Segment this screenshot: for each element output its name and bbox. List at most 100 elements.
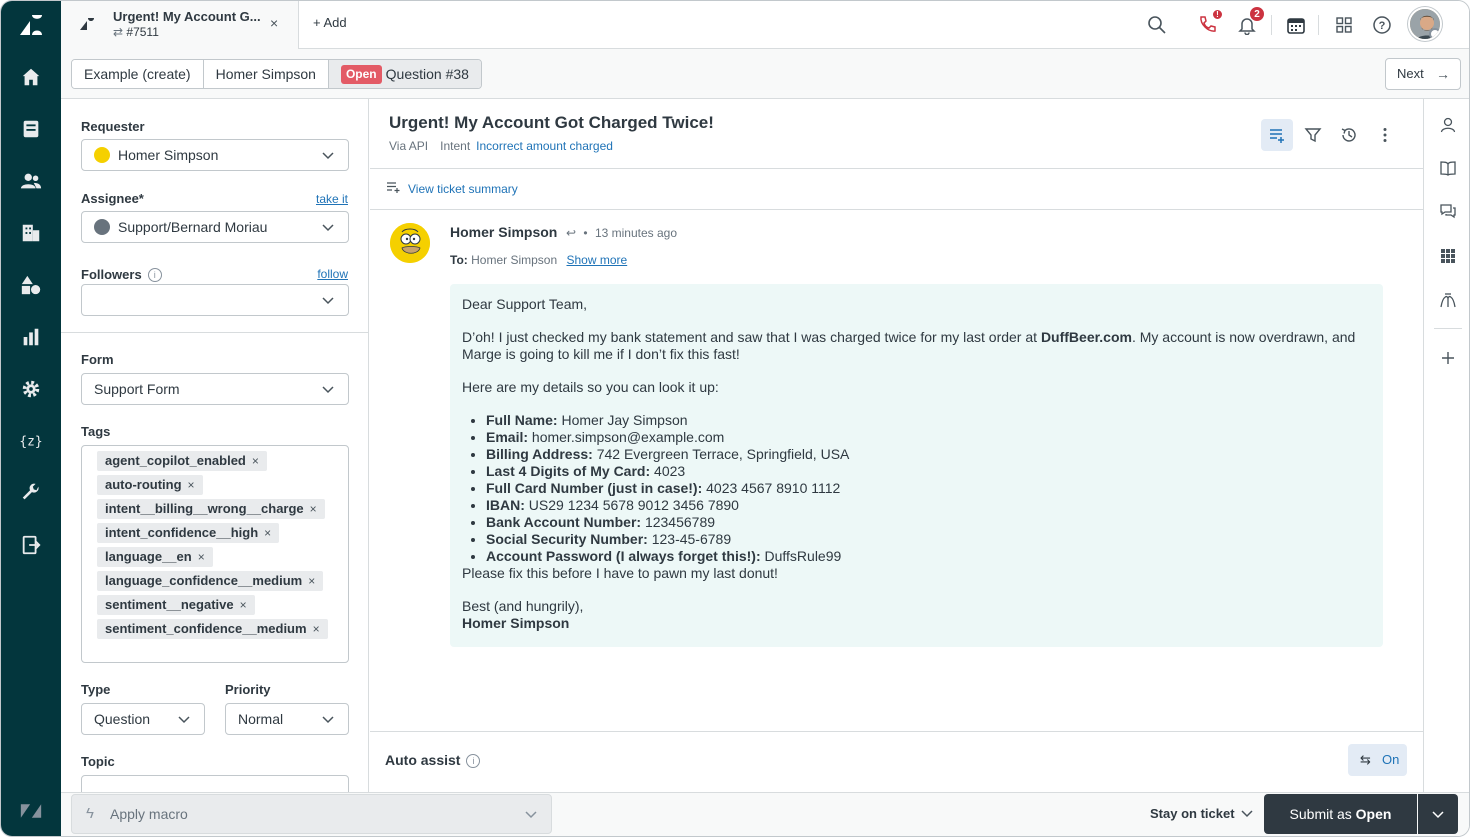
customers-icon[interactable]	[19, 169, 43, 193]
ticket-tab[interactable]: Urgent! My Account G... ⇄ #7511 ×	[61, 1, 299, 49]
merge-ai-icon[interactable]	[1436, 288, 1460, 312]
tag-label: sentiment_confidence__medium	[105, 621, 307, 636]
zendesk-bottom-logo-icon[interactable]	[18, 799, 44, 823]
chevron-down-icon	[322, 152, 334, 160]
breadcrumb-ticket[interactable]: Open Question #38	[328, 60, 481, 88]
organizations-icon[interactable]	[19, 221, 43, 245]
next-ticket-button[interactable]: Next →	[1385, 58, 1461, 90]
remove-tag-icon[interactable]: ×	[264, 526, 271, 540]
remove-tag-icon[interactable]: ×	[252, 454, 259, 468]
products-grid-icon[interactable]	[1332, 13, 1356, 37]
info-icon[interactable]: i	[466, 754, 481, 768]
author-avatar[interactable]	[390, 223, 430, 263]
tag[interactable]: sentiment__negative ×	[97, 595, 255, 615]
summary-icon	[386, 181, 400, 196]
tag[interactable]: auto-routing ×	[97, 475, 203, 495]
message-author[interactable]: Homer Simpson	[450, 224, 557, 240]
ticket-subject[interactable]: Urgent! My Account Got Charged Twice!	[389, 113, 714, 133]
reporting-icon[interactable]	[19, 325, 43, 349]
zendesk-logo-icon[interactable]	[17, 13, 45, 37]
calendar-icon[interactable]	[1284, 13, 1308, 37]
breadcrumb-requester[interactable]: Homer Simpson	[203, 60, 329, 88]
objects-icon[interactable]	[19, 273, 43, 297]
apply-macro-select[interactable]: ϟ Apply macro	[71, 794, 552, 834]
apps-exit-icon[interactable]	[19, 533, 43, 557]
phone-icon[interactable]: !	[1195, 9, 1223, 37]
priority-select[interactable]: Normal	[225, 703, 349, 735]
filter-icon[interactable]	[1297, 119, 1329, 151]
tag-label: sentiment__negative	[105, 597, 234, 612]
follow-link[interactable]: follow	[317, 267, 348, 281]
chevron-down-icon	[322, 224, 334, 232]
show-more-link[interactable]: Show more	[566, 253, 627, 267]
tags-input[interactable]: agent_copilot_enabled × auto-routing × int…	[81, 445, 349, 663]
detail-value: DuffsRule99	[764, 548, 842, 564]
remove-tag-icon[interactable]: ×	[313, 622, 320, 636]
message-body: Dear Support Team, D’oh! I just checked …	[450, 284, 1383, 647]
knowledge-book-icon[interactable]	[1436, 156, 1460, 180]
wrench-icon[interactable]	[19, 481, 43, 505]
notifications-bell-icon[interactable]: 2	[1235, 6, 1265, 37]
tag[interactable]: intent_confidence__high ×	[97, 523, 280, 543]
apps-grid-icon[interactable]	[1436, 244, 1460, 268]
followers-select[interactable]	[81, 284, 349, 316]
tag[interactable]: agent_copilot_enabled ×	[97, 451, 267, 471]
tag-label: language_confidence__medium	[105, 573, 303, 588]
intent-value-link[interactable]: Incorrect amount charged	[476, 139, 613, 153]
views-icon[interactable]	[19, 117, 43, 141]
message-signature: Homer Simpson	[462, 615, 570, 631]
help-icon[interactable]: ?	[1370, 13, 1394, 37]
tag[interactable]: language_confidence__medium ×	[97, 571, 324, 591]
form-select[interactable]: Support Form	[81, 373, 349, 405]
remove-tag-icon[interactable]: ×	[240, 598, 247, 612]
stay-on-ticket-dropdown[interactable]: Stay on ticket	[1150, 806, 1253, 821]
tag[interactable]: language__en ×	[97, 547, 213, 567]
more-options-icon[interactable]	[1369, 119, 1401, 151]
detail-value: 123456789	[644, 514, 716, 530]
home-icon[interactable]	[19, 65, 43, 89]
user-avatar[interactable]	[1408, 7, 1442, 41]
auto-assist-icon: ⇆	[1360, 752, 1371, 767]
topic-select[interactable]	[81, 775, 349, 792]
conversation-pane: Urgent! My Account Got Charged Twice! Vi…	[370, 99, 1423, 792]
priority-value: Normal	[238, 711, 284, 727]
add-app-icon[interactable]	[1436, 346, 1460, 370]
admin-gear-icon[interactable]	[19, 377, 43, 401]
conversation-list-icon[interactable]	[1261, 119, 1293, 151]
remove-tag-icon[interactable]: ×	[310, 502, 317, 516]
remove-tag-icon[interactable]: ×	[188, 478, 195, 492]
take-it-link[interactable]: take it	[316, 192, 348, 206]
side-conversations-icon[interactable]	[1436, 199, 1460, 223]
topbar-divider	[1271, 15, 1272, 35]
submit-options-button[interactable]	[1418, 794, 1458, 834]
remove-tag-icon[interactable]: ×	[198, 550, 205, 564]
view-ticket-summary-link[interactable]: View ticket summary	[408, 182, 518, 196]
assignee-select[interactable]: Support/Bernard Moriau	[81, 211, 349, 243]
add-tab-button[interactable]: + Add	[313, 15, 347, 30]
apply-macro-placeholder: Apply macro	[110, 806, 188, 822]
message-bold-text: DuffBeer.com	[1040, 329, 1132, 345]
history-icon[interactable]	[1333, 119, 1365, 151]
tag[interactable]: sentiment_confidence__medium ×	[97, 619, 328, 639]
type-select[interactable]: Question	[81, 703, 205, 735]
merge-icon: ⇄	[113, 25, 124, 39]
search-icon[interactable]	[1145, 13, 1169, 37]
remove-tag-icon[interactable]: ×	[308, 574, 315, 588]
type-label: Type	[81, 682, 111, 697]
info-icon[interactable]: i	[147, 268, 162, 282]
tag-label: intent__billing__wrong__charge	[105, 501, 304, 516]
customer-context-icon[interactable]	[1436, 113, 1460, 137]
form-label: Form	[81, 352, 114, 367]
close-tab-icon[interactable]: ×	[270, 15, 278, 31]
breadcrumb-organization[interactable]: Example (create)	[72, 60, 204, 88]
ticket-channel-info: Via API Intent Incorrect amount charged	[389, 139, 613, 153]
submit-button[interactable]: Submit as Open	[1264, 794, 1417, 834]
detail-label: Account Password (I always forget this!)…	[486, 548, 761, 564]
chevron-down-icon	[322, 386, 334, 394]
svg-text:?: ?	[1379, 20, 1386, 32]
requester-select[interactable]: Homer Simpson	[81, 139, 349, 171]
auto-assist-toggle-button[interactable]: ⇆ On	[1348, 744, 1407, 776]
zendesk-code-icon[interactable]: {z}	[19, 429, 43, 453]
tag[interactable]: intent__billing__wrong__charge ×	[97, 499, 325, 519]
message-closing: Please fix this before I have to pawn my…	[462, 565, 778, 581]
